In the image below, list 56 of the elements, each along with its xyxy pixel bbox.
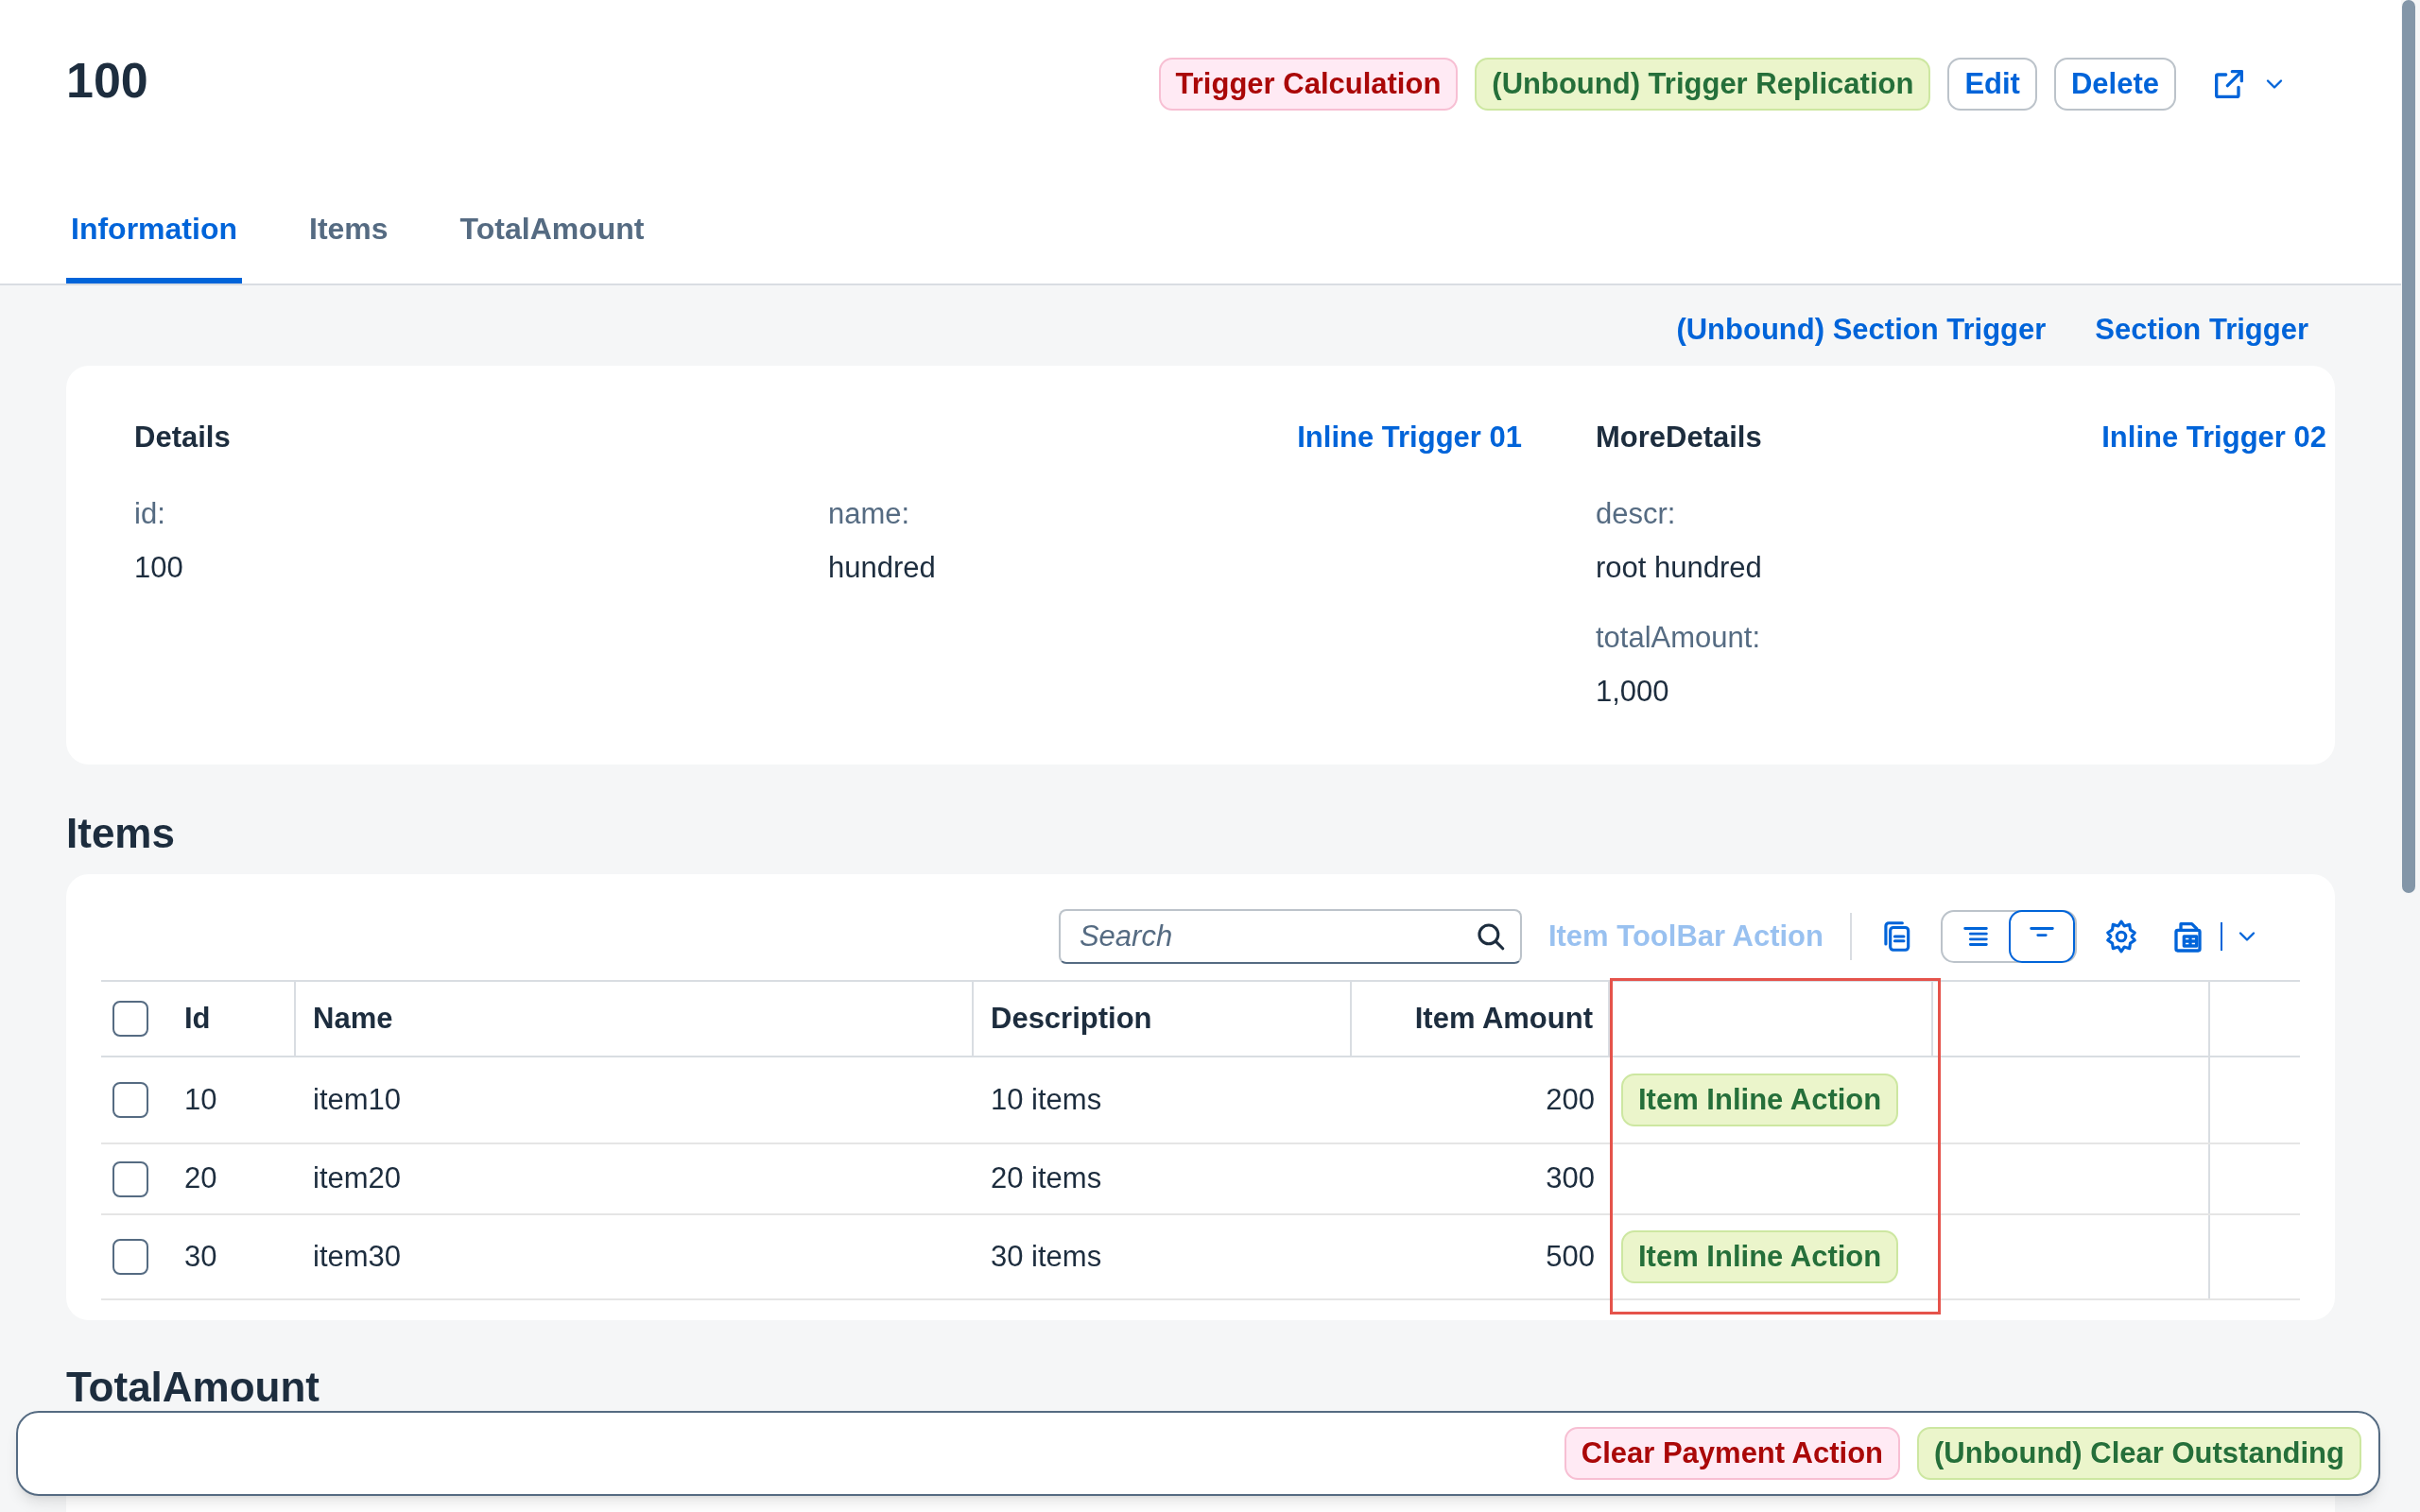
table-cell-text: item20 (313, 1160, 402, 1197)
tab[interactable]: Items (304, 180, 393, 284)
scrollbar-thumb[interactable] (2402, 0, 2415, 893)
table-cell-text: item30 (313, 1238, 402, 1275)
tab[interactable]: TotalAmount (455, 180, 649, 284)
table-cell-text: 20 items (991, 1160, 1102, 1197)
table-row[interactable]: 10 item10 10 items 200 Item Inline Action (101, 1057, 2300, 1144)
tab[interactable]: Information (66, 180, 242, 284)
checkbox[interactable] (112, 1001, 148, 1037)
table-row[interactable]: 30 item30 30 items 500 Item Inline Action (101, 1215, 2300, 1300)
search-field[interactable]: Search (1058, 909, 1522, 964)
group-title: MoreDetails (1596, 419, 1762, 455)
link[interactable]: Inline Trigger 01 (1297, 415, 1522, 460)
field-value: hundred (828, 549, 937, 586)
link[interactable]: (Unbound) Section Trigger (1676, 308, 2047, 352)
view-toggle[interactable] (1941, 910, 2077, 963)
group-title: Details (134, 419, 231, 455)
table-cell-text: 30 (184, 1238, 217, 1275)
checkbox[interactable] (112, 1082, 148, 1118)
checkbox[interactable] (112, 1239, 148, 1275)
section-title: TotalAmount (66, 1363, 321, 1412)
field-value: root hundred (1596, 549, 1763, 586)
field-label: descr: (1596, 496, 1677, 532)
link[interactable]: Inline Trigger 02 (2101, 415, 2326, 460)
field-label: name: (828, 496, 911, 532)
action-button[interactable]: Delete (2053, 58, 2176, 111)
column-header[interactable]: Item Amount (1414, 996, 1593, 1041)
action-button[interactable]: Edit (1947, 58, 2037, 111)
table-cell-text: 200 (1546, 1081, 1595, 1118)
table-cell-text: 20 (184, 1160, 217, 1197)
action-button[interactable]: (Unbound) Clear Outstanding (1917, 1427, 2361, 1480)
field-value: 100 (134, 549, 184, 586)
table-cell-text: 10 items (991, 1081, 1102, 1118)
checkbox[interactable] (112, 1160, 148, 1197)
field-label: id: (134, 496, 166, 532)
action-button[interactable]: Clear Payment Action (1564, 1427, 1901, 1480)
field-label: totalAmount: (1596, 620, 1762, 656)
page-title: 100 (66, 52, 148, 110)
action-button[interactable]: (Unbound) Trigger Replication (1475, 58, 1931, 111)
table-row[interactable]: 20 item20 20 items 300 (101, 1144, 2300, 1215)
table-cell-text: 30 items (991, 1238, 1102, 1275)
column-header[interactable]: Description (991, 996, 1152, 1041)
action-button[interactable]: Trigger Calculation (1158, 58, 1459, 111)
table-cell-text: 500 (1546, 1238, 1595, 1275)
column-header[interactable]: Name (313, 996, 393, 1041)
table-cell-text: 10 (184, 1081, 217, 1118)
table-cell-text: item10 (313, 1081, 402, 1118)
link[interactable]: Section Trigger (2095, 308, 2308, 352)
field-value: 1,000 (1596, 673, 1670, 710)
column-header[interactable]: Id (184, 996, 211, 1041)
inline-action-button[interactable]: Item Inline Action (1621, 1074, 1899, 1126)
inline-action-button[interactable]: Item Inline Action (1621, 1230, 1899, 1283)
section-title: Items (66, 809, 176, 858)
settings-icon[interactable] (2103, 919, 2139, 954)
table-cell-text: 300 (1546, 1160, 1595, 1197)
toggle-button[interactable] (2009, 910, 2075, 963)
